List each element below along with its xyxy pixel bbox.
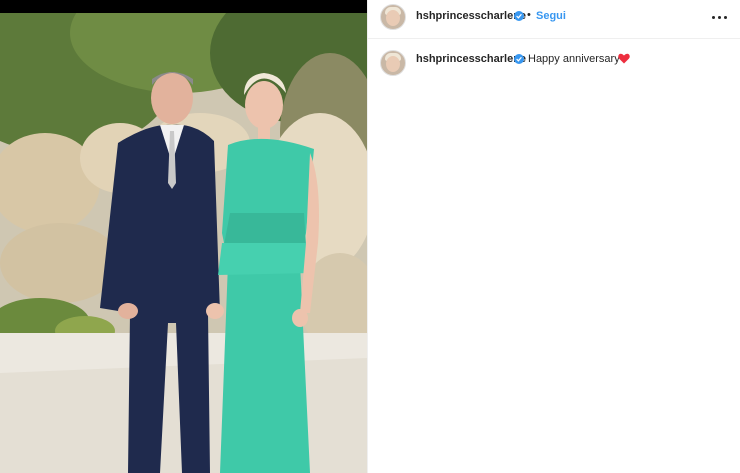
caption-text: Happy anniversary — [528, 53, 620, 65]
avatar[interactable] — [380, 4, 406, 30]
couple-photo-illustration — [0, 13, 367, 473]
post-side-panel: hshprincesscharlene • Segui hshprincessc… — [368, 0, 740, 473]
verified-badge-icon — [514, 54, 524, 64]
caption-avatar[interactable] — [380, 50, 406, 76]
heart-emoji-icon — [618, 53, 630, 64]
avatar-face — [386, 56, 400, 72]
caption-username[interactable]: hshprincesscharlene — [416, 53, 526, 65]
photo-top-bar — [0, 0, 367, 13]
verified-badge-icon — [514, 11, 524, 21]
post-header: hshprincesscharlene • Segui — [368, 0, 740, 39]
post-photo[interactable] — [0, 0, 367, 473]
more-options-icon[interactable] — [712, 12, 728, 24]
header-separator: • — [527, 9, 531, 21]
avatar-face — [386, 10, 400, 26]
follow-button[interactable]: Segui — [536, 10, 566, 22]
header-username[interactable]: hshprincesscharlene — [416, 10, 526, 22]
